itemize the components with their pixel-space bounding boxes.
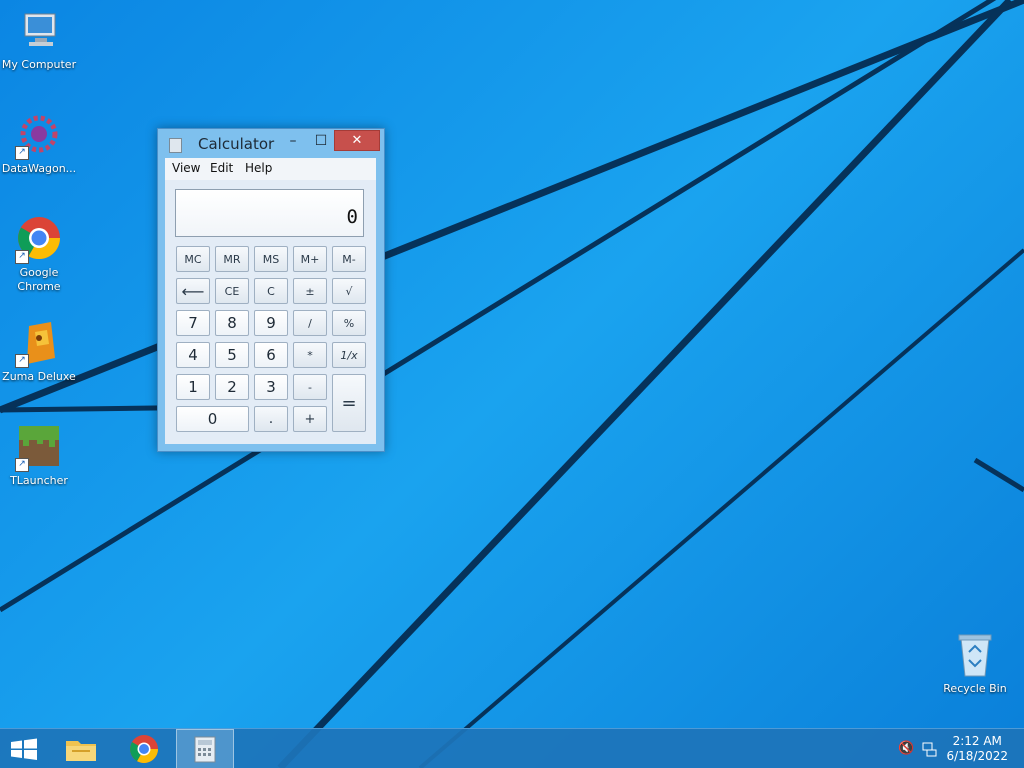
menu-view[interactable]: View: [172, 161, 200, 175]
desktop-icon-recycle-bin[interactable]: Recycle Bin: [936, 632, 1014, 696]
m-minus-button[interactable]: M-: [332, 246, 366, 272]
title-bar[interactable]: Calculator – ☐ ✕: [158, 129, 384, 158]
menu-edit[interactable]: Edit: [210, 161, 233, 175]
zuma-icon: ↗: [15, 320, 63, 368]
ms-button[interactable]: MS: [254, 246, 288, 272]
ce-button[interactable]: CE: [215, 278, 249, 304]
network-icon[interactable]: [921, 741, 937, 757]
start-button[interactable]: [0, 729, 48, 768]
display-value: 0: [346, 206, 358, 228]
digit-2-button[interactable]: 2: [215, 374, 249, 400]
wallpaper-line: [0, 0, 1024, 414]
digit-1-button[interactable]: 1: [176, 374, 210, 400]
taskbar-chrome[interactable]: [120, 729, 168, 768]
taskbar: 🔇 2:12 AM 6/18/2022: [0, 728, 1024, 768]
calculator-body: View Edit Help 0 MC MR MS M+ M- ⟵ CE C ±…: [165, 158, 376, 444]
m-plus-button[interactable]: M+: [293, 246, 327, 272]
digit-0-button[interactable]: 0: [176, 406, 249, 432]
desktop-icon-zuma-deluxe[interactable]: ↗ Zuma Deluxe: [0, 320, 78, 384]
shortcut-arrow-icon: ↗: [15, 250, 29, 264]
desktop-icon-label: Google Chrome: [17, 266, 61, 293]
taskbar-file-explorer[interactable]: [58, 729, 104, 768]
desktop-icon-label: Recycle Bin: [943, 682, 1007, 695]
equals-button[interactable]: =: [332, 374, 366, 432]
desktop-icon-label: Zuma Deluxe: [2, 370, 76, 383]
percent-button[interactable]: %: [332, 310, 366, 336]
digit-9-button[interactable]: 9: [254, 310, 288, 336]
desktop-icon-datawagon[interactable]: ↗ DataWagon...: [0, 112, 78, 176]
calculator-icon: [194, 736, 216, 763]
grass-block-icon: ↗: [15, 424, 63, 472]
calculator-icon: [169, 138, 182, 153]
minimize-button[interactable]: –: [280, 131, 306, 151]
mc-button[interactable]: MC: [176, 246, 210, 272]
divide-button[interactable]: /: [293, 310, 327, 336]
calculator-display: 0: [175, 189, 364, 237]
desktop-icon-label: My Computer: [1, 58, 77, 71]
wallpaper-line: [0, 0, 997, 613]
digit-6-button[interactable]: 6: [254, 342, 288, 368]
wallpaper: [0, 0, 1024, 768]
reciprocal-button[interactable]: 1/x: [332, 342, 366, 368]
shortcut-arrow-icon: ↗: [15, 146, 29, 160]
chrome-icon: [130, 735, 158, 763]
menu-bar: View Edit Help: [165, 158, 376, 180]
mr-button[interactable]: MR: [215, 246, 249, 272]
desktop-icon-label: TLauncher: [10, 474, 68, 487]
sqrt-button[interactable]: √: [332, 278, 366, 304]
start-icon: [11, 738, 37, 760]
subtract-button[interactable]: -: [293, 374, 327, 400]
add-button[interactable]: +: [293, 406, 327, 432]
digit-3-button[interactable]: 3: [254, 374, 288, 400]
clear-button[interactable]: C: [254, 278, 288, 304]
decimal-button[interactable]: .: [254, 406, 288, 432]
desktop-icon-tlauncher[interactable]: ↗ TLauncher: [0, 424, 78, 488]
volume-muted-icon[interactable]: 🔇: [898, 741, 914, 757]
digit-7-button[interactable]: 7: [176, 310, 210, 336]
desktop: My Computer ↗ DataWagon... ↗ Google Chro…: [0, 0, 1024, 768]
digit-4-button[interactable]: 4: [176, 342, 210, 368]
desktop-icon-label: DataWagon...: [1, 162, 77, 175]
gear-icon: ↗: [15, 112, 63, 160]
digit-8-button[interactable]: 8: [215, 310, 249, 336]
shortcut-arrow-icon: ↗: [15, 458, 29, 472]
wallpaper-line: [973, 457, 1024, 493]
calculator-window[interactable]: Calculator – ☐ ✕ View Edit Help 0 MC MR …: [157, 128, 385, 452]
menu-help[interactable]: Help: [245, 161, 272, 175]
clock-time: 2:12 AM: [952, 734, 1002, 748]
backspace-button[interactable]: ⟵: [176, 278, 210, 304]
desktop-icon-my-computer[interactable]: My Computer: [0, 8, 78, 72]
window-title: Calculator: [198, 135, 275, 153]
shortcut-arrow-icon: ↗: [15, 354, 29, 368]
multiply-button[interactable]: *: [293, 342, 327, 368]
system-clock[interactable]: 2:12 AM 6/18/2022: [946, 734, 1008, 764]
wallpaper-line: [418, 248, 1024, 768]
wallpaper-line: [277, 0, 1013, 768]
chrome-icon: ↗: [15, 216, 63, 264]
clock-date: 6/18/2022: [946, 749, 1008, 763]
computer-icon: [15, 8, 63, 56]
file-explorer-icon: [66, 741, 96, 761]
desktop-icon-google-chrome[interactable]: ↗ Google Chrome: [0, 216, 78, 294]
recycle-bin-icon: [951, 632, 999, 680]
plus-minus-button[interactable]: ±: [293, 278, 327, 304]
close-button[interactable]: ✕: [334, 130, 380, 151]
digit-5-button[interactable]: 5: [215, 342, 249, 368]
taskbar-calculator[interactable]: [176, 729, 234, 768]
maximize-button[interactable]: ☐: [308, 131, 334, 151]
